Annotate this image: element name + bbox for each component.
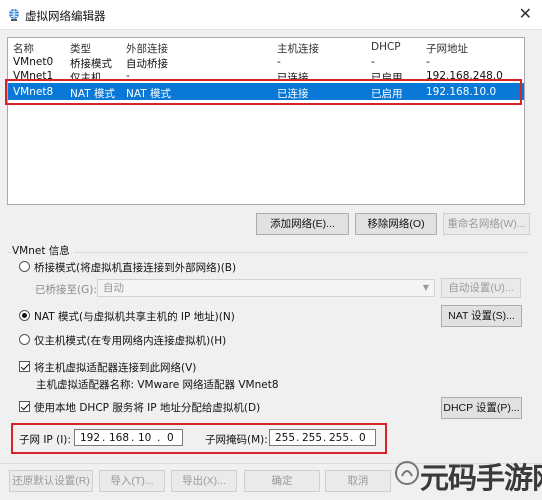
auto-settings-button[interactable]: 自动设置(U)... (441, 278, 521, 298)
add-network-button[interactable]: 添加网络(E)... (256, 213, 349, 235)
highlight-box-subnet (11, 423, 387, 454)
cancel-button[interactable]: 取消 (325, 470, 391, 492)
cell-host: - (277, 56, 281, 68)
watermark: 元码手游网 (394, 450, 542, 500)
cell-dhcp: - (371, 56, 375, 68)
bridge-mode-radio[interactable] (19, 261, 30, 272)
nat-mode-label[interactable]: NAT 模式(与虚拟机共享主机的 IP 地址)(N) (34, 309, 235, 324)
bridge-to-label: 已桥接至(G): (35, 284, 97, 296)
host-only-label[interactable]: 仅主机模式(在专用网络内连接虚拟机)(H) (34, 333, 226, 348)
title-bar: 虚拟网络编辑器 ✕ (0, 0, 542, 30)
vmnet-info-label: VMnet 信息 (12, 243, 74, 258)
nat-settings-button[interactable]: NAT 设置(S)... (441, 305, 522, 327)
watermark-text: 元码手游网 (420, 461, 542, 495)
window-title: 虚拟网络编辑器 (25, 9, 106, 23)
column-header-dhcp[interactable]: DHCP (371, 41, 401, 53)
use-dhcp-checkbox[interactable] (19, 401, 30, 412)
ok-button[interactable]: 确定 (244, 470, 320, 492)
remove-network-button[interactable]: 移除网络(O) (355, 213, 437, 235)
rename-network-button[interactable]: 重命名网络(W)... (443, 213, 530, 235)
nat-mode-radio[interactable] (19, 310, 30, 321)
column-header-subnet[interactable]: 子网地址 (426, 41, 468, 56)
connect-adapter-label[interactable]: 将主机虚拟适配器连接到此网络(V) (34, 360, 196, 375)
bridge-to-value: 自动 (103, 282, 124, 294)
column-header-name[interactable]: 名称 (13, 41, 34, 56)
dhcp-settings-button[interactable]: DHCP 设置(P)... (441, 397, 522, 419)
column-header-host[interactable]: 主机连接 (277, 41, 319, 56)
cell-subnet: - (426, 56, 430, 68)
list-header: 名称 类型 外部连接 主机连接 DHCP 子网地址 (8, 40, 524, 56)
network-list[interactable]: 名称 类型 外部连接 主机连接 DHCP 子网地址 VMnet0 桥接模式 自动… (7, 37, 525, 205)
highlight-box-selected-row (5, 79, 522, 105)
adapter-name-text: 主机虚拟适配器名称: VMware 网络适配器 VMnet8 (36, 379, 279, 391)
table-row[interactable]: VMnet0 桥接模式 自动桥接 - - - (8, 55, 524, 70)
connect-adapter-checkbox[interactable] (19, 361, 30, 372)
column-header-type[interactable]: 类型 (70, 41, 91, 56)
export-button[interactable]: 导出(X)... (171, 470, 237, 492)
bridge-to-select[interactable]: 自动 ▼ (97, 279, 435, 297)
cell-name: VMnet0 (13, 56, 54, 68)
host-only-radio[interactable] (19, 334, 30, 345)
close-icon[interactable]: ✕ (519, 4, 532, 23)
network-globe-icon (9, 9, 19, 21)
column-header-external[interactable]: 外部连接 (126, 41, 168, 56)
restore-defaults-button[interactable]: 还原默认设置(R) (9, 470, 93, 492)
chevron-down-icon: ▼ (422, 283, 429, 292)
watermark-logo-icon (395, 461, 419, 485)
bridge-mode-label[interactable]: 桥接模式(将虚拟机直接连接到外部网络)(B) (34, 260, 236, 275)
group-divider (7, 252, 528, 253)
use-dhcp-label[interactable]: 使用本地 DHCP 服务将 IP 地址分配给虚拟机(D) (34, 400, 260, 415)
import-button[interactable]: 导入(T)... (99, 470, 165, 492)
